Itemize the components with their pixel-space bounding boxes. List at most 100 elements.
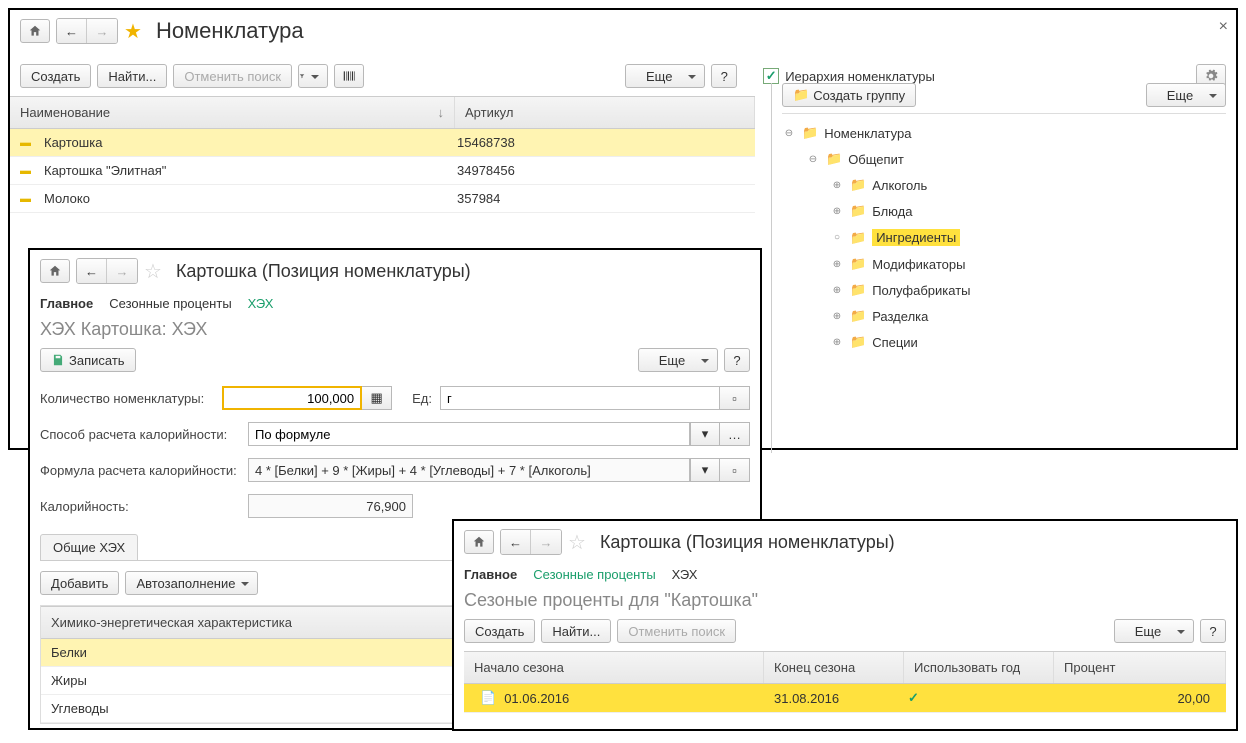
calc-icon[interactable]: ▦ <box>362 386 392 410</box>
save-button[interactable]: Записать <box>40 348 136 372</box>
open-dialog-icon[interactable]: ▫ <box>720 386 750 410</box>
item-icon: ▬ <box>20 193 38 205</box>
kcal-label: Калорийность: <box>40 499 240 514</box>
home-button[interactable] <box>40 259 70 283</box>
more-button[interactable]: Еще <box>1114 619 1194 643</box>
help-button[interactable]: ? <box>1200 619 1226 643</box>
folder-icon: 📁 <box>850 177 866 193</box>
star-empty-icon[interactable]: ☆ <box>568 530 586 555</box>
page-title: Номенклатура <box>148 18 304 44</box>
help-button[interactable]: ? <box>724 348 750 372</box>
more-button[interactable]: Еще <box>638 348 718 372</box>
dropdown-icon[interactable]: ▾ <box>690 458 720 482</box>
find-button[interactable]: Найти... <box>97 64 167 88</box>
tree-node[interactable]: ⊕📁Разделка <box>782 303 1226 329</box>
expand-icon[interactable]: ⊕ <box>830 337 844 348</box>
collapse-icon[interactable]: ⊖ <box>806 154 820 165</box>
forward-button: → <box>87 19 117 43</box>
help-button[interactable]: ? <box>711 64 737 88</box>
expand-radio-icon[interactable]: ○ <box>830 232 844 243</box>
open-dialog-icon[interactable]: ▫ <box>720 458 750 482</box>
tab-seasonal[interactable]: Сезонные проценты <box>109 296 231 311</box>
col-end[interactable]: Конец сезона <box>764 652 904 683</box>
formula-label: Формула расчета калорийности: <box>40 463 240 478</box>
col-start[interactable]: Начало сезона <box>464 652 764 683</box>
col-use-year[interactable]: Использовать год <box>904 652 1054 683</box>
tree-node[interactable]: ⊕📁Модификаторы <box>782 251 1226 277</box>
sort-indicator-icon: ↓ <box>438 105 445 120</box>
back-button[interactable]: ← <box>77 259 107 283</box>
subtitle: ХЭХ Картошка: ХЭХ <box>30 319 760 348</box>
tree-more-button[interactable]: Еще <box>1146 83 1226 107</box>
tab-main[interactable]: Главное <box>464 567 517 582</box>
tab-hex[interactable]: ХЭХ <box>672 567 698 582</box>
unit-input[interactable] <box>440 386 720 410</box>
table-row[interactable]: ▬ Картошка "Элитная" 34978456 <box>10 157 755 185</box>
hierarchy-label: Иерархия номенклатуры <box>785 69 935 84</box>
back-button[interactable]: ← <box>501 530 531 554</box>
subtitle: Сезоные проценты для "Картошка" <box>454 590 1236 619</box>
unit-label: Ед: <box>412 391 432 406</box>
create-button[interactable]: Создать <box>464 619 535 643</box>
expand-icon[interactable]: ⊕ <box>830 285 844 296</box>
create-group-button[interactable]: 📁Создать группу <box>782 83 916 107</box>
tab-seasonal[interactable]: Сезонные проценты <box>533 567 655 582</box>
expand-icon[interactable]: ⊕ <box>830 311 844 322</box>
home-button[interactable] <box>464 530 494 554</box>
expand-icon[interactable]: ⊕ <box>830 259 844 270</box>
col-name[interactable]: Наименование <box>20 105 110 120</box>
cancel-search-button: Отменить поиск <box>173 64 292 88</box>
tree-node-root[interactable]: ⊖📁Номенклатура <box>782 120 1226 146</box>
tree-node[interactable]: ⊕📁Специи <box>782 329 1226 355</box>
autofill-button[interactable]: Автозаполнение <box>125 571 258 595</box>
check-icon: ✓ <box>908 690 919 705</box>
dropdown-icon[interactable]: ▾ <box>690 422 720 446</box>
tree-node[interactable]: ⊕📁Алкоголь <box>782 172 1226 198</box>
folder-icon: 📁 <box>850 282 866 298</box>
tree-node[interactable]: ⊕📁Блюда <box>782 198 1226 224</box>
back-button[interactable]: ← <box>57 19 87 43</box>
folder-icon: 📁 <box>850 334 866 350</box>
expand-icon[interactable]: ⊕ <box>830 206 844 217</box>
collapse-icon[interactable]: ⊖ <box>782 128 796 139</box>
col-article[interactable]: Артикул <box>455 97 755 128</box>
tree-node-group[interactable]: ⊖📁Общепит <box>782 146 1226 172</box>
close-icon[interactable]: × <box>1219 18 1228 36</box>
filter-button[interactable] <box>298 64 328 88</box>
method-label: Способ расчета калорийности: <box>40 427 240 442</box>
tab-main[interactable]: Главное <box>40 296 93 311</box>
tree-node[interactable]: ⊕📁Полуфабрикаты <box>782 277 1226 303</box>
home-button[interactable] <box>20 19 50 43</box>
expand-icon[interactable]: ⊕ <box>830 180 844 191</box>
method-input[interactable] <box>248 422 690 446</box>
col-percent[interactable]: Процент <box>1054 652 1226 683</box>
table-row[interactable]: 📄01.06.2016 31.08.2016 ✓ 20,00 <box>464 684 1226 713</box>
window-title: Картошка (Позиция номенклатуры) <box>168 261 471 282</box>
tab-hex[interactable]: ХЭХ <box>248 296 274 311</box>
folder-icon: 📁 <box>850 230 866 246</box>
cancel-search-button: Отменить поиск <box>617 619 736 643</box>
formula-input[interactable] <box>248 458 690 482</box>
folder-icon: 📁 <box>850 256 866 272</box>
tree-node-selected[interactable]: ○📁Ингредиенты <box>782 224 1226 251</box>
window-title: Картошка (Позиция номенклатуры) <box>592 532 895 553</box>
item-icon: ▬ <box>20 137 38 149</box>
find-button[interactable]: Найти... <box>541 619 611 643</box>
subtab-common[interactable]: Общие ХЭХ <box>40 534 138 560</box>
qty-input[interactable] <box>222 386 362 410</box>
star-empty-icon[interactable]: ☆ <box>144 259 162 284</box>
ellipsis-icon[interactable]: … <box>720 422 750 446</box>
add-button[interactable]: Добавить <box>40 571 119 595</box>
table-row[interactable]: ▬ Картошка 15468738 <box>10 129 755 157</box>
more-button[interactable]: Еще <box>625 64 705 88</box>
folder-icon: 📁 <box>850 308 866 324</box>
row-icon: 📄 <box>480 690 496 706</box>
hierarchy-toggle[interactable]: ✓ Иерархия номенклатуры <box>763 68 935 84</box>
table-row[interactable]: ▬ Молоко 357984 <box>10 185 755 213</box>
create-button[interactable]: Создать <box>20 64 91 88</box>
barcode-button[interactable] <box>334 64 364 88</box>
folder-icon: 📁 <box>802 125 818 141</box>
star-icon[interactable]: ★ <box>124 19 142 44</box>
item-icon: ▬ <box>20 165 38 177</box>
qty-label: Количество номенклатуры: <box>40 391 214 406</box>
